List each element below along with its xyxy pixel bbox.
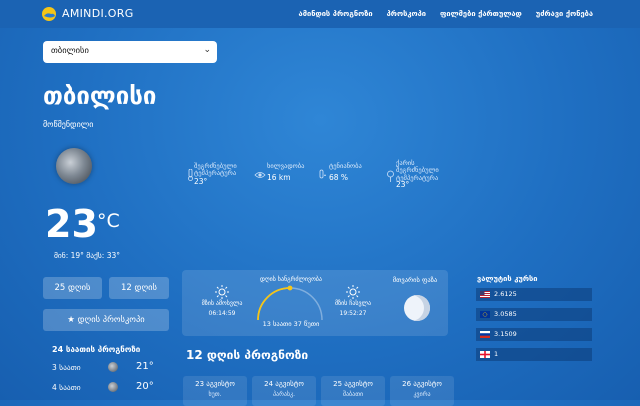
eye-icon [254,172,266,178]
hourly-temp: 21° [136,361,154,372]
daylight-arc [257,285,323,321]
moon-phase-label: მთვარის ფაზა [392,276,438,284]
nav-real-estate[interactable]: უძრავი ქონება [536,9,593,18]
moon-icon [108,362,118,372]
temperature-unit: °C [97,210,120,232]
forecast-12-days-button[interactable]: 12 დღის [109,277,169,299]
horoscope-button-label: დღის პროსკოპი [77,315,145,325]
current-temperature: 23 [45,202,98,246]
humidity-icon [319,169,326,179]
forecast-day-card[interactable]: 25 აგვისტო შაბათი [321,376,385,406]
hourly-hour: 4 საათი [52,383,81,392]
forecast-day-card[interactable]: 23 აგვისტო ხუთ. [183,376,247,406]
forecast-weekday: პარასკ. [272,391,296,398]
weather-condition: მოწმენდილი [43,120,94,129]
ge-flag-icon [480,351,490,358]
forecast-day-card[interactable]: 24 აგვისტო პარასკ. [252,376,316,406]
sunrise-label: მზის ამოსვლა [201,300,243,307]
logo-text[interactable]: AMINDI.ORG [62,7,134,20]
moon-icon [108,382,118,392]
currency-row: 3.0585 [476,308,592,321]
currency-row: 3.1509 [476,328,592,341]
hourly-hour: 3 საათი [52,363,81,372]
sunrise-icon [215,285,229,299]
sunset-label: მზის ჩასვლა [334,300,372,307]
min-max-temperature: მინ: 19° მაქს: 33° [54,251,121,260]
forecast-section-title: 12 დღის პროგნოზი [186,348,309,362]
hourly-row: 3 საათი 21° [52,361,162,375]
stat-value: 68 % [329,173,349,182]
hourly-temp: 20° [136,381,154,392]
pin-icon [387,170,394,182]
currency-value: 1 [494,350,499,358]
stat-label: ტენიანობა [329,162,362,170]
forecast-weekday: კვირა [413,391,431,398]
moon-phase-icon [404,295,430,321]
stat-value: 16 km [267,173,291,182]
stat-label: ხილვადობა [267,162,305,170]
forecast-25-days-button[interactable]: 25 დღის [43,277,102,299]
sun-cloud-logo-icon[interactable] [41,6,57,22]
currency-row: 2.6125 [476,288,592,301]
eu-flag-icon [480,311,490,318]
day-length: 13 საათი 37 წუთი [262,320,320,328]
city-title: თბილისი [43,82,157,110]
sunset-icon [346,285,360,299]
forecast-date: 26 აგვისტო [402,380,442,388]
stat-value: 23° [396,180,410,189]
star-icon: ★ [67,315,75,325]
nav-weather[interactable]: ამინდის პროგნოზი [299,9,373,18]
currency-value: 3.0585 [494,310,517,318]
forecast-day-card[interactable]: 26 აგვისტო კვირა [390,376,454,406]
city-select-value: თბილისი [51,46,89,56]
sun-moon-panel: მზის ამოსვლა 06:14:59 დღის ხანგრძლივობა … [182,270,448,336]
currency-row: 1 [476,348,592,361]
forecast-weekday: შაბათი [342,391,364,398]
forecast-weekday: ხუთ. [208,391,222,398]
nav-movies[interactable]: ფილმები ქართულად [440,9,522,18]
top-bar: AMINDI.ORG ამინდის პროგნოზი პროსკოპი ფილ… [0,0,640,28]
forecast-date: 23 აგვისტო [195,380,235,388]
currency-value: 3.1509 [494,330,517,338]
chevron-down-icon: ⌄ [203,45,211,55]
hourly-row: 4 საათი 20° [52,381,162,395]
us-flag-icon [480,291,490,298]
forecast-date: 25 აგვისტო [333,380,373,388]
main-nav: ამინდის პროგნოზი პროსკოპი ფილმები ქართულ… [299,9,640,18]
forecast-date: 24 აგვისტო [264,380,304,388]
nav-horoscope[interactable]: პროსკოპი [387,9,426,18]
moon-icon [56,148,92,184]
hourly-forecast-title: 24 საათის პროგნოზი [52,345,141,354]
ru-flag-icon [480,331,490,338]
stat-value: 23° [194,177,208,186]
sunrise-time: 06:14:59 [208,310,236,317]
currency-value: 2.6125 [494,290,517,298]
currency-title: ვალუტის კურსი [477,274,538,283]
city-select[interactable]: თბილისი ⌄ [43,41,217,63]
sunset-time: 19:52:27 [339,310,367,317]
horoscope-button[interactable]: ★ დღის პროსკოპი [43,309,169,331]
